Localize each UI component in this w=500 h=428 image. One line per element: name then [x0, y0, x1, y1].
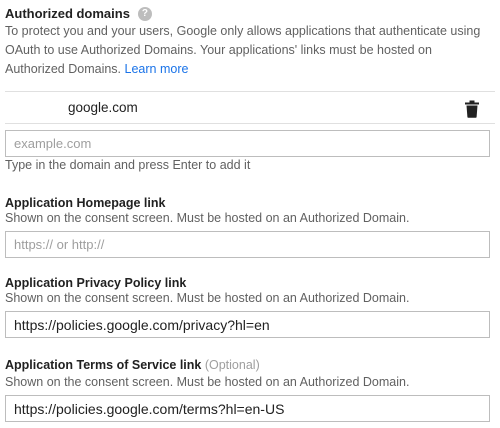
authorized-domain-row: google.com — [5, 91, 495, 124]
homepage-hint: Shown on the consent screen. Must be hos… — [5, 211, 410, 225]
new-domain-input[interactable] — [5, 130, 490, 157]
privacy-policy-label: Application Privacy Policy link — [5, 276, 187, 290]
terms-of-service-input[interactable] — [5, 395, 490, 422]
learn-more-link[interactable]: Learn more — [125, 62, 189, 76]
oauth-consent-form: Authorized domains ? To protect you and … — [0, 0, 500, 428]
terms-of-service-label: Application Terms of Service link (Optio… — [5, 358, 260, 372]
authorized-domains-description: To protect you and your users, Google on… — [5, 22, 493, 79]
authorized-domains-title: Authorized domains ? — [5, 6, 152, 21]
question-mark-icon[interactable]: ? — [137, 6, 152, 21]
authorized-domain-name: google.com — [68, 100, 138, 115]
terms-of-service-hint: Shown on the consent screen. Must be hos… — [5, 375, 410, 389]
homepage-input[interactable] — [5, 231, 490, 258]
new-domain-hint: Type in the domain and press Enter to ad… — [5, 158, 251, 172]
terms-of-service-label-text: Application Terms of Service link — [5, 358, 202, 372]
optional-tag: (Optional) — [204, 358, 260, 372]
trash-icon[interactable] — [464, 100, 480, 118]
privacy-policy-hint: Shown on the consent screen. Must be hos… — [5, 291, 410, 305]
authorized-domains-title-text: Authorized domains — [5, 6, 130, 21]
description-text: To protect you and your users, Google on… — [5, 24, 481, 76]
privacy-policy-input[interactable] — [5, 311, 490, 338]
homepage-label: Application Homepage link — [5, 196, 166, 210]
